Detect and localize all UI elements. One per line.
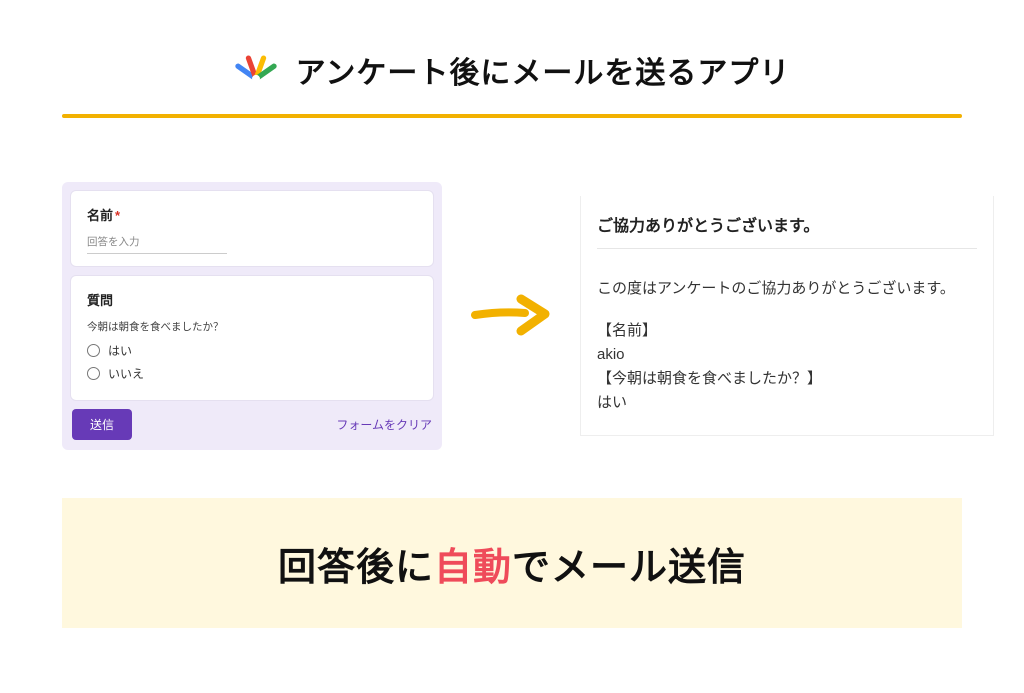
radio-icon <box>87 367 100 380</box>
banner-accent: 自動 <box>434 547 512 589</box>
name-card: 名前* 回答を入力 <box>70 190 434 267</box>
option-yes[interactable]: はい <box>87 342 417 359</box>
bottom-banner: 回答後に自動でメール送信 <box>62 498 962 628</box>
apps-script-logo-icon <box>234 48 278 92</box>
email-name-value: akio <box>597 343 977 367</box>
form-footer: 送信 フォームをクリア <box>70 409 434 442</box>
option-no[interactable]: いいえ <box>87 365 417 382</box>
option-no-label: いいえ <box>108 365 144 382</box>
arrow-icon <box>466 291 556 341</box>
radio-icon <box>87 344 100 357</box>
name-label-text: 名前 <box>87 208 113 223</box>
header: アンケート後にメールを送るアプリ <box>0 48 1024 92</box>
submit-button[interactable]: 送信 <box>72 409 132 440</box>
banner-text: 回答後に自動でメール送信 <box>278 536 746 591</box>
name-input[interactable]: 回答を入力 <box>87 234 227 254</box>
options-group: はい いいえ <box>87 342 417 382</box>
email-answer-value: はい <box>597 391 977 415</box>
email-subject: ご協力ありがとうございます。 <box>597 196 977 249</box>
email-intro: この度はアンケートのご協力ありがとうございます。 <box>597 277 977 301</box>
email-body: この度はアンケートのご協力ありがとうございます。 【名前】 akio 【今朝は朝… <box>597 277 977 415</box>
clear-form-link[interactable]: フォームをクリア <box>336 416 432 433</box>
banner-part2: でメール送信 <box>512 547 746 589</box>
name-label: 名前* <box>87 205 417 224</box>
email-name-header: 【名前】 <box>597 319 977 343</box>
page-title: アンケート後にメールを送るアプリ <box>296 48 791 92</box>
email-preview-panel: ご協力ありがとうございます。 この度はアンケートのご協力ありがとうございます。 … <box>580 196 994 436</box>
title-underline <box>62 114 962 118</box>
question-card: 質問 今朝は朝食を食べましたか？ はい いいえ <box>70 275 434 401</box>
question-subtitle: 今朝は朝食を食べましたか？ <box>87 319 417 334</box>
email-answer-header: 【今朝は朝食を食べましたか？】 <box>597 367 977 391</box>
main-row: 名前* 回答を入力 質問 今朝は朝食を食べましたか？ はい いいえ 送信 フォー… <box>62 182 994 450</box>
required-asterisk: * <box>115 208 120 223</box>
question-label: 質問 <box>87 290 417 309</box>
google-form-panel: 名前* 回答を入力 質問 今朝は朝食を食べましたか？ はい いいえ 送信 フォー… <box>62 182 442 450</box>
option-yes-label: はい <box>108 342 132 359</box>
banner-part1: 回答後に <box>278 547 434 589</box>
